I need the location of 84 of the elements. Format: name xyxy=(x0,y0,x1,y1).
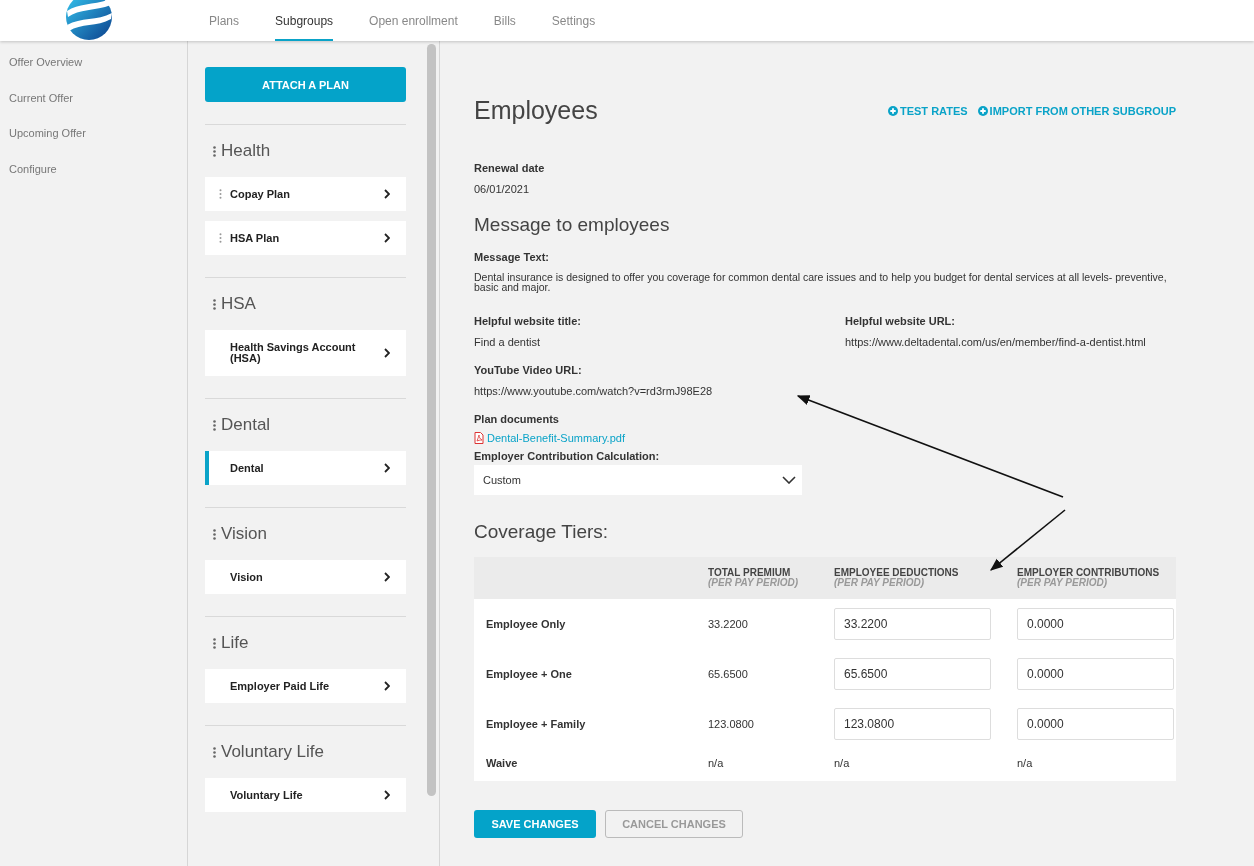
field-value: https://www.youtube.com/watch?v=rd3rmJ98E28 xyxy=(474,384,714,398)
tier-name: Employee Only xyxy=(486,618,567,630)
tier-name: Employee + Family xyxy=(486,718,587,730)
chevron-right-icon xyxy=(384,233,390,243)
plan-name: Employer Paid Life xyxy=(230,680,331,692)
plan-item[interactable]: Voluntary Life xyxy=(205,778,406,812)
contribution-input[interactable]: 0.0000 xyxy=(1017,708,1174,740)
drag-handle-icon[interactable] xyxy=(213,145,216,157)
section-heading: Coverage Tiers: xyxy=(474,521,610,543)
deduction-input[interactable]: 33.2200 xyxy=(834,608,991,640)
field-label: Employer Contribution Calculation: xyxy=(474,449,661,463)
contribution-input[interactable]: 0.0000 xyxy=(1017,608,1174,640)
plus-circle-icon xyxy=(887,105,898,116)
nav-tab[interactable]: Settings xyxy=(551,0,596,41)
contribution-input[interactable]: 0.0000 xyxy=(1017,658,1174,690)
plan-group-title: Dental xyxy=(221,415,271,435)
field-value: Find a dentist xyxy=(474,335,542,349)
table-cell-text: 33.2200 xyxy=(708,618,749,630)
sidebar-item[interactable]: Upcoming Offer xyxy=(0,122,187,158)
drag-handle-icon[interactable] xyxy=(213,637,216,649)
field-label: Message Text: xyxy=(474,250,550,264)
plan-name: Voluntary Life xyxy=(230,789,304,801)
plan-item[interactable]: HSA Plan xyxy=(205,221,406,255)
plan-item[interactable]: Dental xyxy=(205,451,406,485)
plan-item[interactable]: Vision xyxy=(205,560,406,594)
section-heading: Message to employees xyxy=(474,214,671,236)
chevron-right-icon xyxy=(384,189,390,199)
plan-name: Vision xyxy=(230,571,264,583)
plan-item[interactable]: Copay Plan xyxy=(205,177,406,211)
nav-tab[interactable]: Bills xyxy=(493,0,516,41)
sidebar-item[interactable]: Configure xyxy=(0,157,187,194)
deduction-input[interactable]: 65.6500 xyxy=(834,658,991,690)
field-label: Plan documents xyxy=(474,412,560,426)
drag-handle-icon[interactable] xyxy=(213,298,216,310)
column-header: EMPLOYEE DEDUCTIONS (PER PAY PERIOD) xyxy=(834,568,960,588)
chevron-right-icon xyxy=(384,348,390,358)
sidebar-item[interactable]: Current Offer xyxy=(0,86,187,123)
chevron-right-icon xyxy=(384,790,390,800)
page-title: Employees xyxy=(474,96,598,125)
drag-handle-icon[interactable] xyxy=(213,419,216,431)
chevron-down-icon xyxy=(782,476,796,484)
chevron-right-icon xyxy=(384,463,390,473)
plan-group-title: Life xyxy=(221,633,249,653)
table-cell-text: 123.0800 xyxy=(708,718,755,730)
field-value: https://www.deltadental.com/us/en/member/find-a-dentist.html xyxy=(845,335,1147,349)
scrollbar-thumb[interactable] xyxy=(427,44,436,796)
plan-item[interactable]: Employer Paid Life xyxy=(205,669,406,703)
drag-handle-icon[interactable] xyxy=(219,233,222,243)
table-cell-text: n/a xyxy=(708,757,725,769)
plan-item[interactable]: Health Savings Account (HSA) xyxy=(205,330,406,376)
striped-sphere-logo[interactable] xyxy=(65,0,113,41)
nav-tab[interactable]: Plans xyxy=(209,0,240,41)
plan-group-title: Vision xyxy=(221,524,267,544)
plan-group-title: HSA xyxy=(221,294,256,314)
sidebar-item[interactable]: Offer Overview xyxy=(0,51,187,87)
chevron-right-icon xyxy=(384,572,390,582)
tier-name: Employee + One xyxy=(486,668,573,680)
nav-tab[interactable]: Open enrollment xyxy=(369,0,458,41)
drag-handle-icon[interactable] xyxy=(213,746,216,758)
table-cell-text: n/a xyxy=(1017,757,1034,769)
pdf-file-icon xyxy=(474,432,484,444)
field-label: Renewal date xyxy=(474,161,546,175)
message-text: Dental insurance is designed to offer you coverage for common dental care issues and to help you budget for dental services at all levels- preventive, basic and major. xyxy=(474,272,1168,292)
plus-circle-icon xyxy=(977,105,988,116)
table-cell-text: 65.6500 xyxy=(708,668,749,680)
plan-name: Health Savings Account (HSA) xyxy=(230,342,357,364)
plan-name: HSA Plan xyxy=(230,232,281,244)
drag-handle-icon[interactable] xyxy=(213,528,216,540)
deduction-input[interactable]: 123.0800 xyxy=(834,708,991,740)
field-label: YouTube Video URL: xyxy=(474,363,583,377)
column-header: EMPLOYER CONTRIBUTIONS (PER PAY PERIOD) xyxy=(1017,568,1161,588)
plan-name: Dental xyxy=(230,462,265,474)
column-header: TOTAL PREMIUM (PER PAY PERIOD) xyxy=(708,568,799,588)
field-value: 06/01/2021 xyxy=(474,182,531,196)
calculation-dropdown[interactable]: Custom xyxy=(474,465,802,495)
plan-name: Copay Plan xyxy=(230,188,291,200)
tier-name: Waive xyxy=(486,757,519,769)
plan-group-title: Voluntary Life xyxy=(221,742,324,762)
chevron-right-icon xyxy=(384,681,390,691)
field-label: Helpful website title: xyxy=(474,314,582,328)
plan-group-title: Health xyxy=(221,141,271,161)
drag-handle-icon[interactable] xyxy=(219,189,222,199)
table-cell-text: n/a xyxy=(834,757,851,769)
field-label: Helpful website URL: xyxy=(845,314,956,328)
